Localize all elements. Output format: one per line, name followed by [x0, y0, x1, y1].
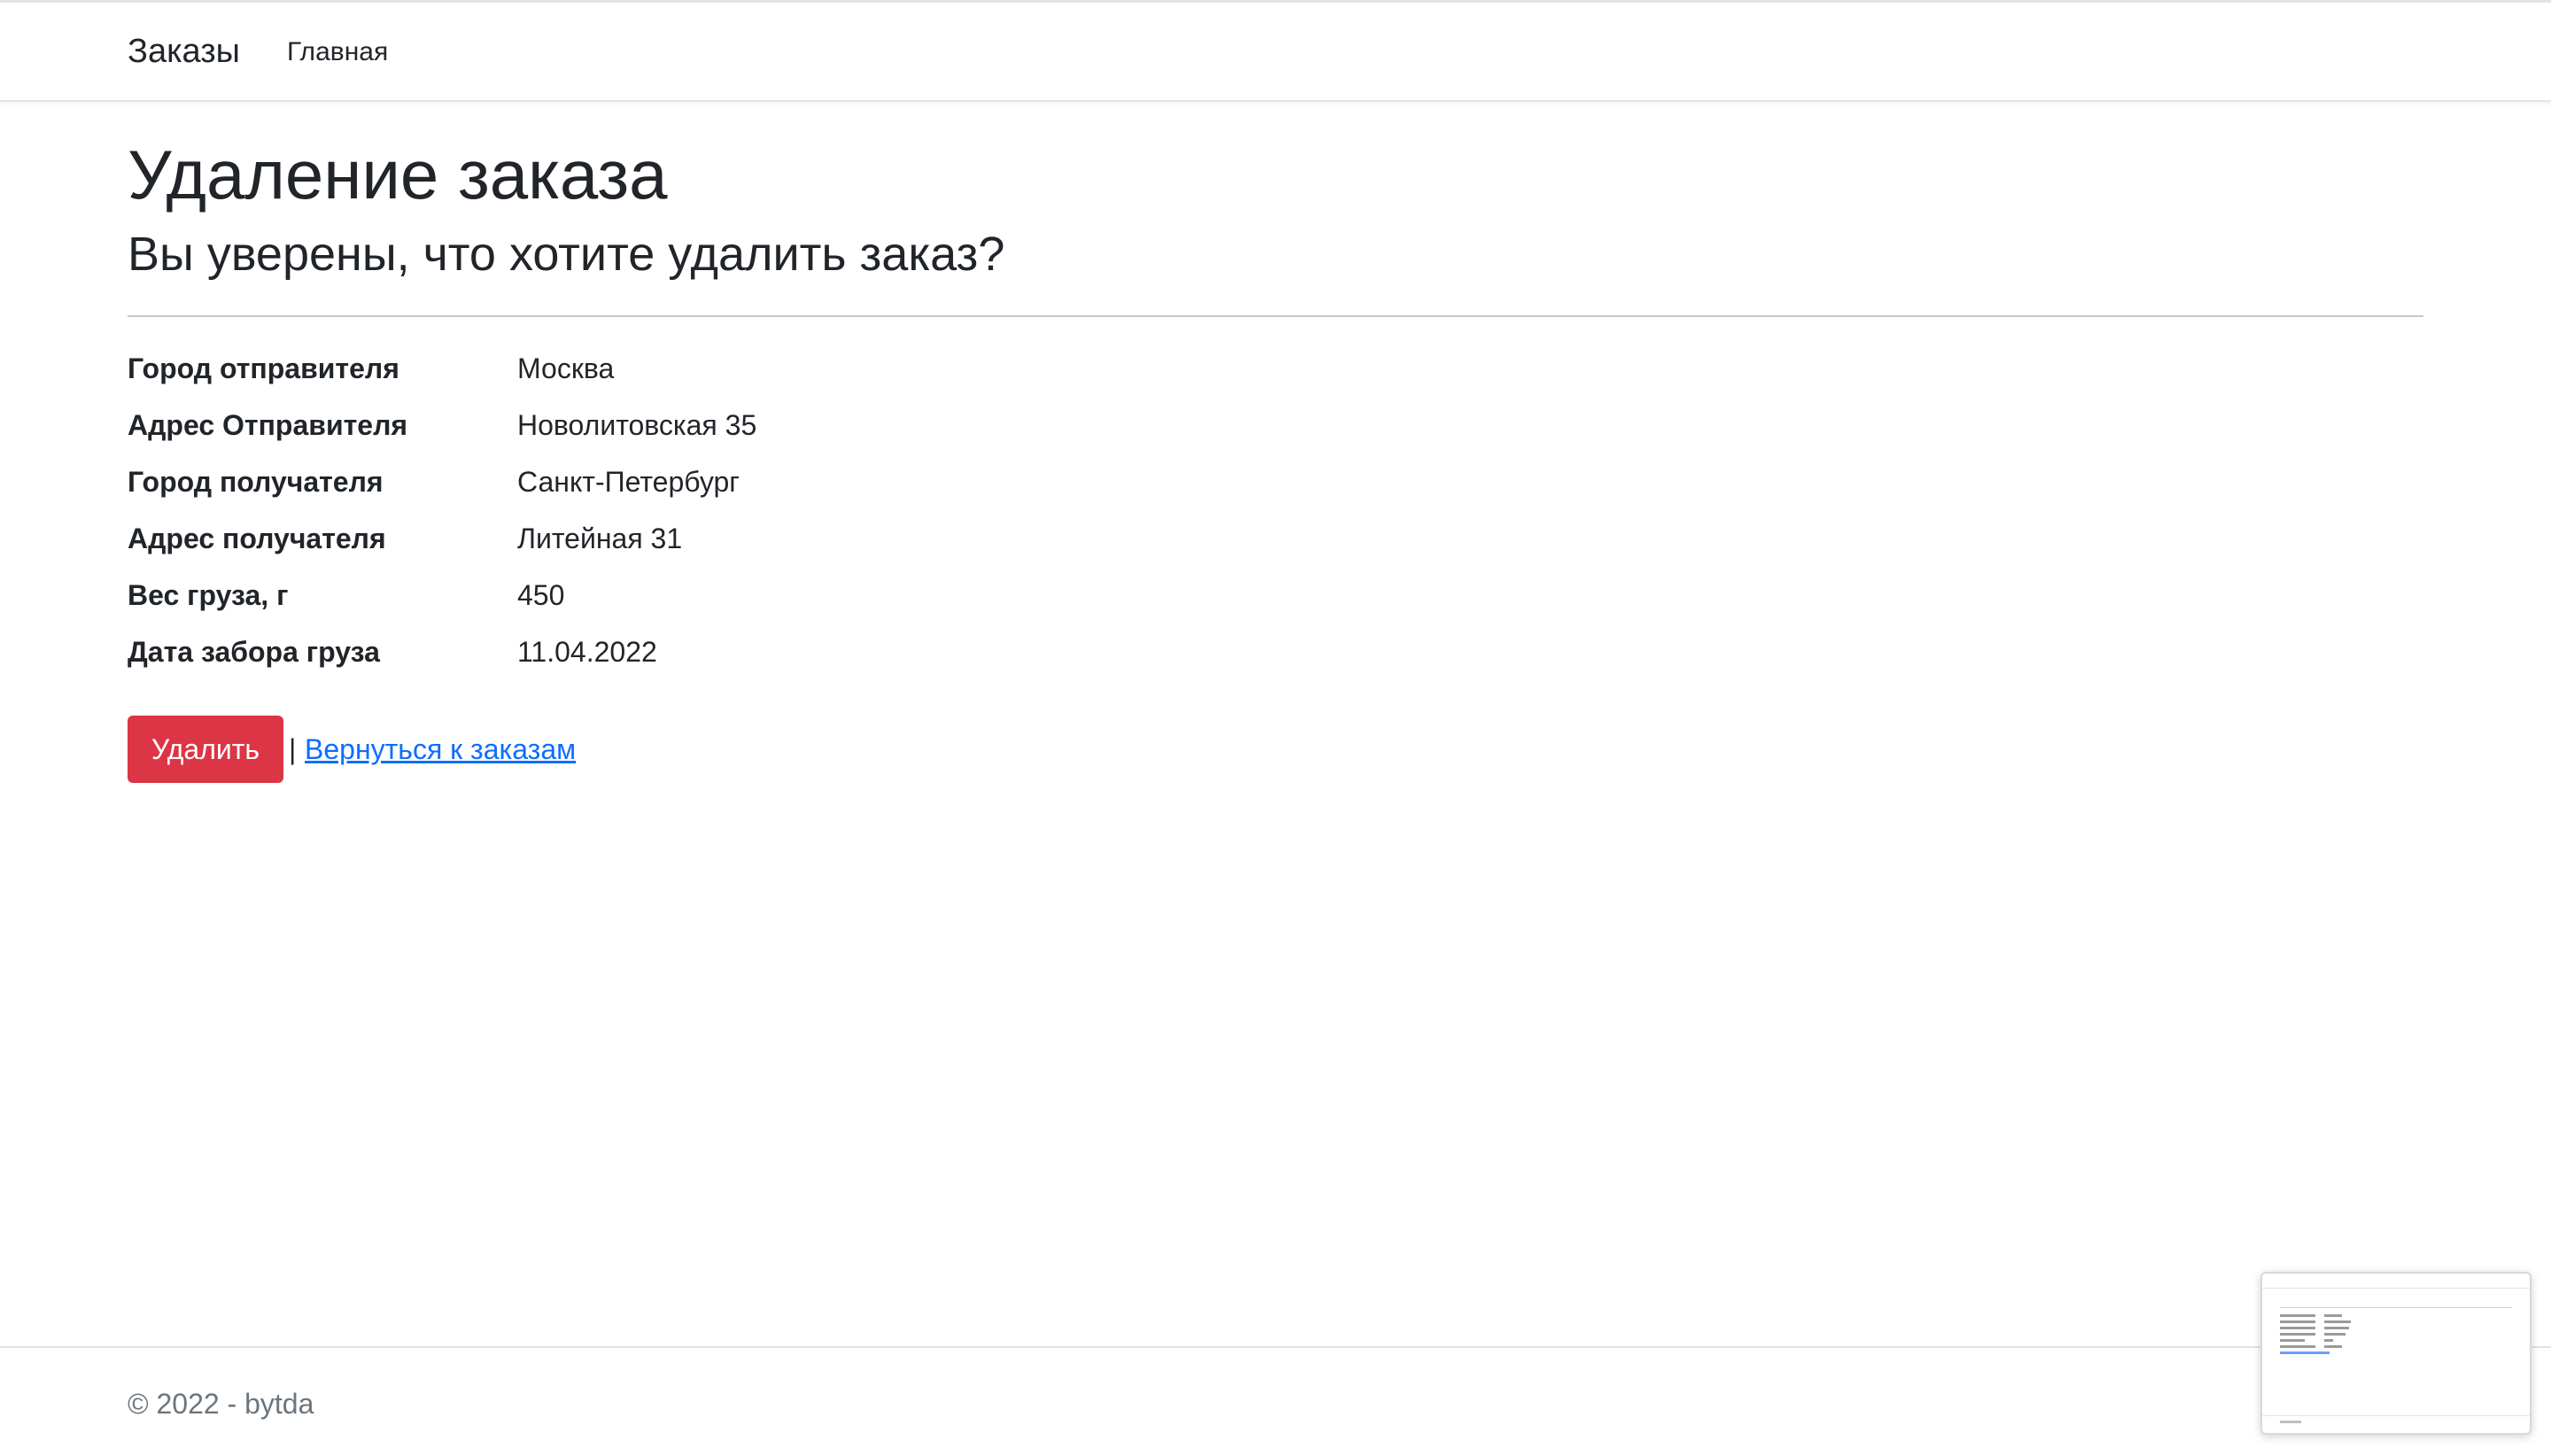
detail-row-recipient-city: Город получателя Санкт-Петербург [128, 459, 1368, 515]
separator: | [289, 733, 297, 765]
thumbnail-line [2324, 1345, 2342, 1348]
thumbnail-line [2324, 1320, 2351, 1323]
thumbnail-line [2280, 1314, 2315, 1317]
thumbnail-line [2324, 1333, 2346, 1336]
detail-label: Город получателя [128, 466, 384, 498]
detail-value: Литейная 31 [517, 523, 683, 554]
thumbnail-line [2280, 1320, 2315, 1323]
detail-label: Адрес получателя [128, 523, 386, 554]
detail-label: Город отправителя [128, 352, 399, 384]
detail-row-sender-address: Адрес Отправителя Новолитовская 35 [128, 402, 1368, 459]
page-subtitle: Вы уверены, что хотите удалить заказ? [128, 228, 1005, 281]
form-actions: Удалить | Вернуться к заказам [128, 716, 1190, 783]
navbar-brand[interactable]: Заказы [128, 28, 240, 74]
detail-value: Санкт-Петербург [517, 466, 740, 498]
thumbnail-line [2324, 1314, 2342, 1317]
detail-row-sender-city: Город отправителя Москва [128, 345, 1368, 402]
thumbnail-footer [2262, 1415, 2530, 1416]
back-to-orders-link[interactable]: Вернуться к заказам [305, 726, 576, 772]
detail-row-pickup-date: Дата забора груза 11.04.2022 [128, 629, 1368, 685]
thumbnail-line [2280, 1327, 2315, 1329]
thumbnail-line [2280, 1339, 2305, 1342]
divider [128, 315, 2423, 317]
thumbnail-footer-mark [2280, 1421, 2301, 1423]
detail-value: Москва [517, 352, 615, 384]
footer-copyright: © 2022 - bytda [128, 1388, 314, 1420]
detail-row-recipient-address: Адрес получателя Литейная 31 [128, 515, 1368, 572]
detail-label: Дата забора груза [128, 636, 380, 668]
thumbnail-divider [2280, 1307, 2512, 1308]
thumbnail-link-mark [2280, 1351, 2330, 1354]
detail-label: Адрес Отправителя [128, 409, 408, 441]
detail-label: Вес груза, г [128, 579, 289, 611]
detail-row-cargo-weight: Вес груза, г 450 [128, 572, 1368, 629]
thumbnail-navbar [2262, 1274, 2530, 1289]
window-preview-thumbnail[interactable] [2260, 1272, 2532, 1435]
detail-value: 450 [517, 579, 565, 611]
nav-link-home[interactable]: Главная [287, 35, 388, 70]
thumbnail-line [2324, 1327, 2349, 1329]
page-title: Удаление заказа [128, 136, 668, 213]
thumbnail-line [2280, 1333, 2315, 1336]
detail-value: Новолитовская 35 [517, 409, 757, 441]
navbar: Заказы Главная [0, 3, 2551, 102]
detail-value: 11.04.2022 [517, 636, 657, 668]
order-details-list: Город отправителя Москва Адрес Отправите… [128, 345, 1368, 685]
delete-button[interactable]: Удалить [128, 716, 283, 783]
footer: © 2022 - bytda [0, 1346, 2551, 1456]
thumbnail-line [2280, 1345, 2315, 1348]
thumbnail-line [2324, 1339, 2333, 1342]
main-content: Удаление заказа Вы уверены, что хотите у… [128, 133, 2423, 783]
